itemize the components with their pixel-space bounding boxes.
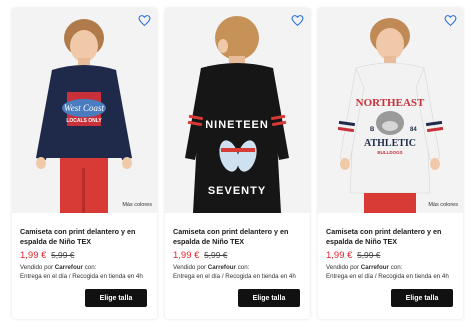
price-block: 1,99 € 5,99 €: [326, 249, 455, 262]
seller-prefix: Vendido por: [20, 264, 54, 271]
seller-prefix: Vendido por: [326, 264, 360, 271]
product-info: Camiseta con print delantero y en espald…: [12, 227, 157, 281]
old-price: 5,99 €: [204, 250, 228, 260]
delivery-options: Entrega en el día / Recogida en tienda e…: [173, 273, 296, 280]
price-block: 1,99 € 5,99 €: [173, 249, 302, 262]
product-photo: [165, 8, 310, 213]
seller-name: Carrefour: [207, 264, 236, 271]
heart-icon[interactable]: [291, 14, 304, 27]
seller-line: Vendido por Carrefour con:: [20, 264, 149, 272]
more-colors-label[interactable]: Más colores: [122, 202, 152, 208]
price-block: 1,99 € 5,99 €: [20, 249, 149, 262]
product-info: Camiseta con print delantero y en espald…: [165, 227, 310, 281]
current-price: 1,99 €: [326, 250, 353, 261]
product-title[interactable]: Camiseta con print delantero y en espald…: [173, 227, 302, 247]
delivery-options: Entrega en el día / Recogida en tienda e…: [20, 273, 143, 280]
seller-suffix: con:: [84, 264, 97, 271]
svg-text:West Coast: West Coast: [64, 103, 104, 113]
seller-name: Carrefour: [54, 264, 83, 271]
current-price: 1,99 €: [20, 250, 47, 261]
more-colors-label[interactable]: Más colores: [428, 202, 458, 208]
choose-size-button[interactable]: Elige talla: [391, 289, 453, 307]
current-price: 1,99 €: [173, 250, 200, 261]
seller-line: Vendido por Carrefour con:: [326, 264, 455, 272]
choose-size-button[interactable]: Elige talla: [238, 289, 300, 307]
heart-icon[interactable]: [444, 14, 457, 27]
seller-prefix: Vendido por: [173, 264, 207, 271]
seller-suffix: con:: [237, 264, 250, 271]
product-title[interactable]: Camiseta con print delantero y en espald…: [20, 227, 149, 247]
old-price: 5,99 €: [51, 250, 75, 260]
svg-text:B: B: [370, 127, 375, 133]
svg-text:84: 84: [410, 127, 417, 133]
delivery-options: Entrega en el día / Recogida en tienda e…: [326, 273, 449, 280]
product-image[interactable]: 84 B Más colores NORTHEAST ATHLETIC BULL…: [318, 8, 463, 213]
heart-icon[interactable]: [138, 14, 151, 27]
product-photo: 84 B: [318, 8, 463, 213]
product-card[interactable]: 84 B Más colores NORTHEAST ATHLETIC BULL…: [318, 8, 463, 319]
product-card[interactable]: West Coast Más colores LOCALS ONLY Camis…: [12, 8, 157, 319]
product-image[interactable]: NINETEEN SEVENTY: [165, 8, 310, 213]
product-image[interactable]: West Coast Más colores LOCALS ONLY: [12, 8, 157, 213]
product-info: Camiseta con print delantero y en espald…: [318, 227, 463, 281]
product-title[interactable]: Camiseta con print delantero y en espald…: [326, 227, 455, 247]
product-photo: West Coast: [12, 8, 157, 213]
seller-suffix: con:: [390, 264, 403, 271]
old-price: 5,99 €: [357, 250, 381, 260]
product-card[interactable]: NINETEEN SEVENTY Camiseta con print dela…: [165, 8, 310, 319]
choose-size-button[interactable]: Elige talla: [85, 289, 147, 307]
seller-name: Carrefour: [360, 264, 389, 271]
product-grid: West Coast Más colores LOCALS ONLY Camis…: [12, 8, 463, 319]
seller-line: Vendido por Carrefour con:: [173, 264, 302, 272]
